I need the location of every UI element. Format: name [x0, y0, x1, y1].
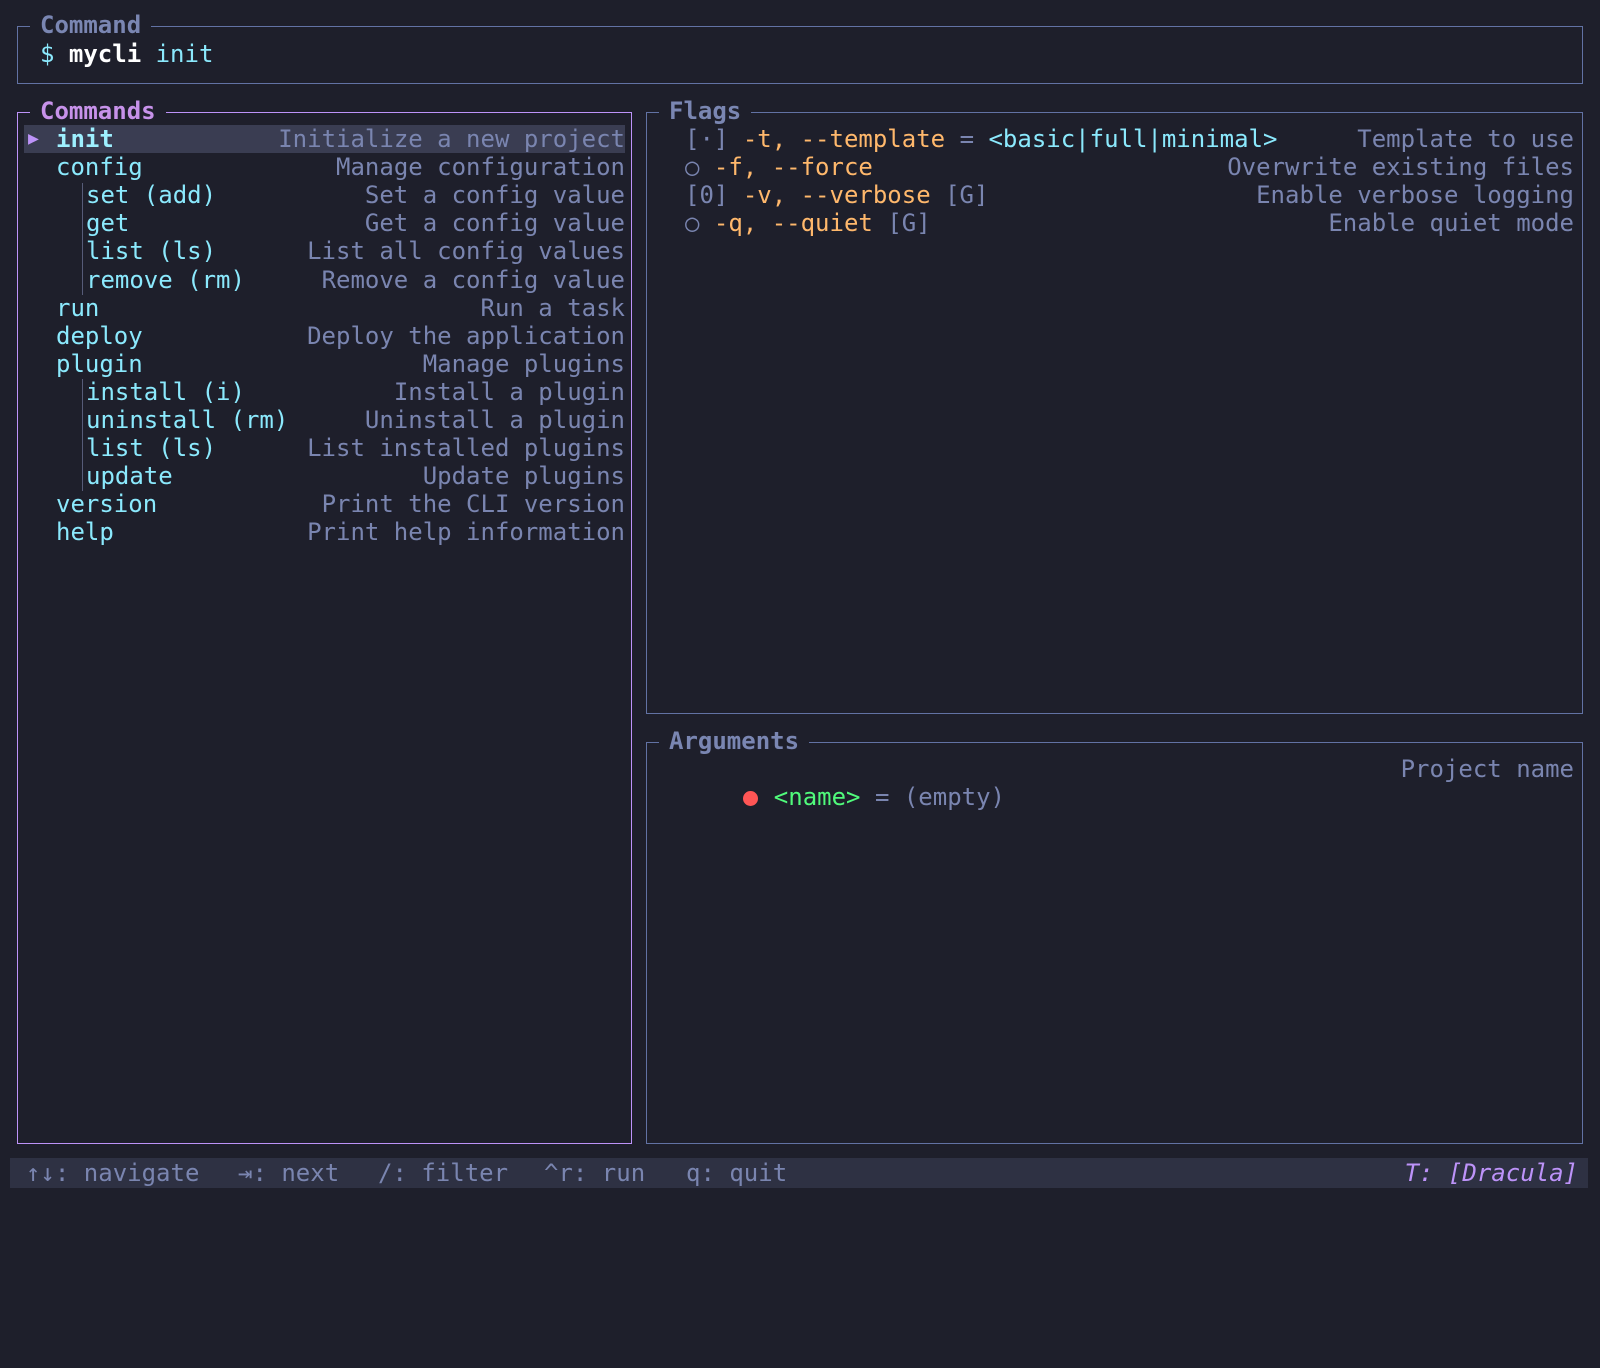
selected-arrow-icon: ▶ — [28, 128, 39, 149]
flag-state-indicator[interactable]: ○ — [685, 153, 699, 181]
command-item-list-ls[interactable]: list (ls) List all config values — [24, 237, 625, 265]
command-name: deploy — [56, 321, 143, 350]
flag-description: Overwrite existing files — [1227, 153, 1574, 182]
command-name: list (ls) — [86, 237, 217, 266]
command-item-version[interactable]: version Print the CLI version — [24, 490, 625, 518]
flag-row-template[interactable]: [·] -t, --template = <basic|full|minimal… — [685, 125, 1574, 153]
subcommand-name: init — [155, 40, 214, 68]
prompt-symbol: $ — [40, 40, 55, 68]
flag-name: -q, --quiet — [713, 209, 873, 238]
flags-panel[interactable]: Flags [·] -t, --template = <basic|full|m… — [646, 97, 1583, 714]
command-description: List all config values — [307, 237, 625, 266]
command-item-run[interactable]: run Run a task — [24, 294, 625, 322]
theme-indicator[interactable]: T: [Dracula] — [1405, 1158, 1578, 1188]
hint-filter: /: filter — [378, 1159, 509, 1187]
command-item-uninstall-rm[interactable]: uninstall (rm) Uninstall a plugin — [24, 406, 625, 434]
command-description: Print the CLI version — [321, 490, 625, 519]
command-description: Set a config value — [364, 181, 625, 210]
hint-navigate: ↑↓: navigate — [26, 1159, 200, 1187]
command-description: Manage plugins — [422, 349, 625, 378]
argument-row-name[interactable]: <name> = (empty) Project name — [685, 755, 1574, 811]
command-description: Uninstall a plugin — [364, 406, 625, 434]
command-description: List installed plugins — [307, 434, 625, 463]
arguments-panel-title: Arguments — [659, 727, 810, 755]
command-item-config[interactable]: config Manage configuration — [24, 153, 625, 181]
hint-quit: q: quit — [686, 1159, 788, 1187]
command-description: Get a config value — [364, 209, 625, 238]
flag-equals: = — [959, 125, 975, 153]
command-name: uninstall (rm) — [86, 406, 289, 434]
command-item-install-i[interactable]: install (i) Install a plugin — [24, 378, 625, 406]
command-line: $ mycli init — [40, 39, 213, 69]
flag-state-indicator[interactable]: [·] — [685, 125, 728, 153]
command-item-list-ls[interactable]: list (ls) List installed plugins — [24, 434, 625, 462]
flag-description: Enable quiet mode — [1328, 209, 1574, 238]
command-item-update[interactable]: update Update plugins — [24, 462, 625, 490]
command-panel-title: Command — [30, 11, 152, 39]
command-name: config — [56, 153, 143, 182]
command-item-plugin[interactable]: plugin Manage plugins — [24, 350, 625, 378]
command-name: help — [56, 518, 114, 547]
command-preview-panel: Command $ mycli init — [17, 11, 1583, 84]
command-name: update — [86, 462, 173, 491]
command-item-get[interactable]: get Get a config value — [24, 209, 625, 237]
command-description: Update plugins — [422, 462, 625, 491]
command-description: Install a plugin — [393, 377, 625, 406]
command-item-help[interactable]: help Print help information — [24, 518, 625, 546]
command-name: init — [56, 125, 114, 153]
flag-name: -v, --verbose — [742, 181, 931, 210]
flags-panel-title: Flags — [659, 97, 752, 125]
flag-row-force[interactable]: ○ -f, --force Overwrite existing files — [685, 153, 1574, 181]
command-description: Initialize a new project — [278, 125, 625, 153]
hint-next: ⇥: next — [238, 1159, 340, 1187]
command-item-remove-rm[interactable]: remove (rm) Remove a config value — [24, 266, 625, 294]
command-name: plugin — [56, 349, 143, 378]
command-description: Remove a config value — [321, 265, 625, 294]
argument-equals: = — [874, 783, 890, 811]
flag-row-verbose[interactable]: [0] -v, --verbose [G] Enable verbose logg… — [685, 181, 1574, 209]
command-item-init[interactable]: ▶ init Initialize a new project — [24, 125, 625, 153]
command-description: Manage configuration — [336, 153, 625, 182]
flag-value[interactable]: <basic|full|minimal> — [988, 125, 1277, 153]
hint-run: ^r: run — [544, 1159, 646, 1187]
command-name: list (ls) — [86, 434, 217, 463]
command-name: run — [56, 293, 100, 322]
command-name: set (add) — [86, 181, 217, 210]
command-item-deploy[interactable]: deploy Deploy the application — [24, 322, 625, 350]
argument-value[interactable]: (empty) — [904, 783, 1005, 811]
flag-global-badge: [G] — [945, 181, 989, 210]
flag-name: -t, --template — [742, 125, 946, 153]
command-name: remove (rm) — [86, 265, 245, 294]
command-name: install (i) — [86, 377, 245, 406]
flag-state-indicator[interactable]: [0] — [685, 181, 728, 209]
flag-description: Template to use — [1357, 125, 1574, 153]
argument-name: <name> — [773, 783, 861, 811]
required-dot-icon — [742, 791, 758, 806]
command-description: Print help information — [307, 518, 625, 547]
command-description: Run a task — [480, 293, 626, 322]
flag-description: Enable verbose logging — [1256, 181, 1574, 210]
command-item-set-add[interactable]: set (add) Set a config value — [24, 181, 625, 209]
flag-name: -f, --force — [713, 153, 873, 182]
flag-global-badge: [G] — [887, 209, 931, 238]
status-bar: ↑↓: navigate ⇥: next /: filter ^r: run q… — [10, 1158, 1588, 1188]
flag-row-quiet[interactable]: ○ -q, --quiet [G] Enable quiet mode — [685, 209, 1574, 237]
binary-name: mycli — [68, 40, 142, 68]
command-name: version — [56, 490, 158, 519]
commands-panel-title: Commands — [30, 97, 166, 125]
arguments-panel[interactable]: Arguments <name> = (empty) Project name — [646, 727, 1583, 1144]
flag-state-indicator[interactable]: ○ — [685, 209, 699, 237]
command-description: Deploy the application — [307, 321, 625, 350]
argument-description: Project name — [1400, 755, 1574, 783]
command-name: get — [86, 209, 130, 238]
commands-panel[interactable]: Commands ▶ init Initialize a new project co… — [17, 97, 632, 1144]
